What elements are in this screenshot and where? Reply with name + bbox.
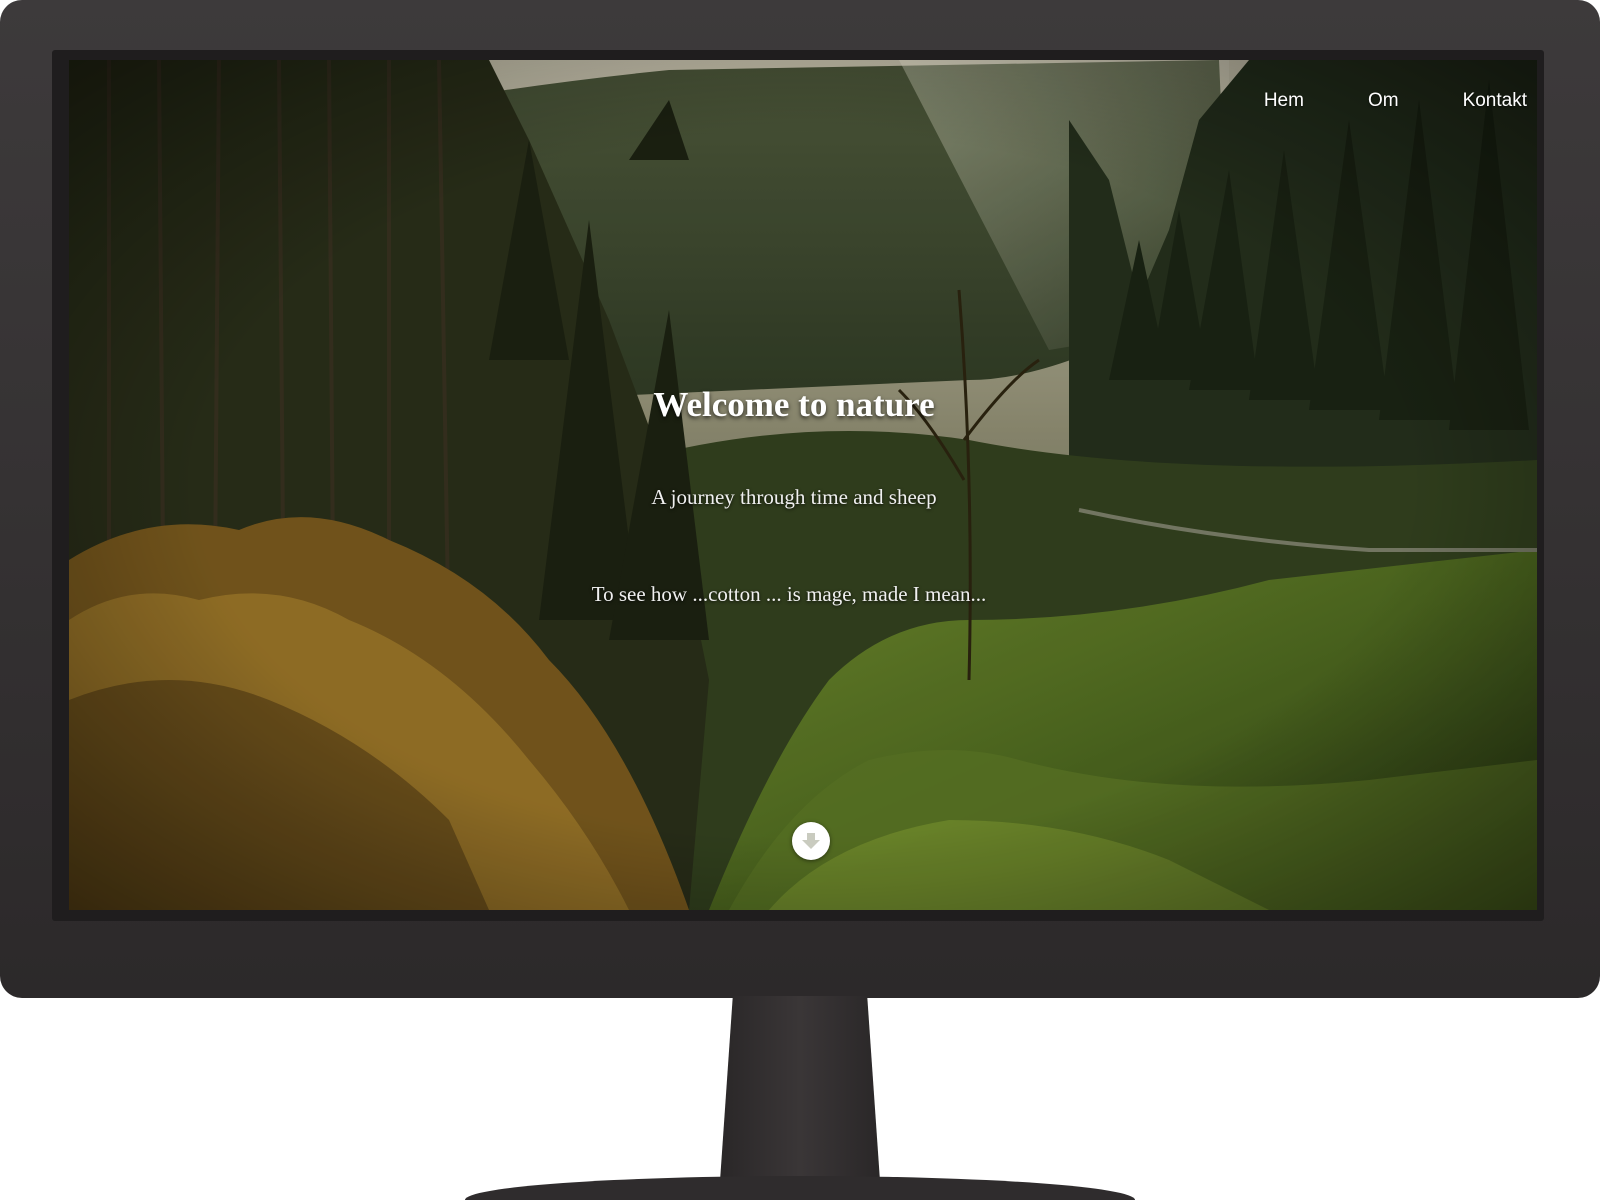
hero-subtitle: A journey through time and sheep <box>651 485 937 509</box>
hero-title: Welcome to nature <box>653 385 935 424</box>
main-nav: Hem Om Kontakt <box>1264 90 1537 112</box>
hero-text: To see how ...cotton ... is mage, made I… <box>591 582 987 606</box>
nav-link-om[interactable]: Om <box>1368 90 1399 112</box>
monitor-stand-neck <box>720 996 880 1181</box>
nav-link-kontakt[interactable]: Kontakt <box>1463 90 1527 112</box>
nav-link-hem[interactable]: Hem <box>1264 90 1304 112</box>
monitor-stand-base <box>465 1176 1135 1200</box>
arrow-down-circle-icon <box>802 833 820 849</box>
website-screen: Hem Om Kontakt Welcome to nature A journ… <box>69 60 1537 910</box>
scroll-down-button[interactable] <box>792 822 830 860</box>
